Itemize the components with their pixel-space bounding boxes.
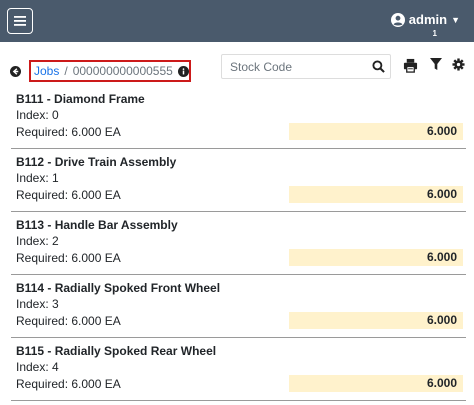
top-navbar: admin ▼ 1 — [0, 0, 474, 42]
item-index: Index: 0 — [16, 108, 59, 122]
toolbar: Jobs / 000000000000555 — [0, 50, 474, 86]
gear-icon[interactable] — [452, 58, 465, 71]
list-item[interactable]: B112 - Drive Train Assembly Index: 1 Req… — [11, 149, 466, 212]
item-quantity: 6.000 — [289, 249, 463, 266]
stock-code-search — [221, 54, 391, 79]
item-quantity: 6.000 — [289, 186, 463, 203]
breadcrumb: Jobs / 000000000000555 — [29, 60, 191, 82]
breadcrumb-jobs-link[interactable]: Jobs — [34, 64, 59, 78]
hamburger-icon — [14, 16, 26, 26]
user-menu[interactable]: admin ▼ — [390, 12, 460, 27]
item-name: B113 - Handle Bar Assembly — [16, 218, 178, 232]
filter-icon[interactable] — [430, 58, 442, 71]
list-item[interactable]: B114 - Radially Spoked Front Wheel Index… — [11, 275, 466, 338]
component-list: B111 - Diamond Frame Index: 0 Required: … — [11, 86, 466, 401]
breadcrumb-separator: / — [64, 64, 68, 78]
search-icon[interactable] — [372, 60, 385, 73]
item-name: B114 - Radially Spoked Front Wheel — [16, 281, 221, 295]
item-index: Index: 4 — [16, 360, 59, 374]
list-item[interactable]: B113 - Handle Bar Assembly Index: 2 Requ… — [11, 212, 466, 275]
username: admin — [408, 12, 448, 27]
item-index: Index: 2 — [16, 234, 59, 248]
item-quantity: 6.000 — [289, 312, 463, 329]
item-name: B115 - Radially Spoked Rear Wheel — [16, 344, 217, 358]
item-required: Required: 6.000 EA — [16, 314, 121, 328]
item-required: Required: 6.000 EA — [16, 377, 121, 391]
chevron-down-icon: ▼ — [451, 14, 460, 25]
item-quantity: 6.000 — [289, 375, 463, 392]
item-name: B112 - Drive Train Assembly — [16, 155, 177, 169]
item-name: B111 - Diamond Frame — [16, 92, 145, 106]
item-required: Required: 6.000 EA — [16, 188, 121, 202]
item-required: Required: 6.000 EA — [16, 251, 121, 265]
user-badge: 1 — [432, 29, 437, 38]
user-circle-icon — [390, 12, 405, 27]
print-icon[interactable] — [403, 58, 418, 73]
menu-button[interactable] — [7, 8, 33, 34]
item-index: Index: 1 — [16, 171, 59, 185]
stock-code-input[interactable] — [222, 55, 367, 78]
breadcrumb-job-number: 000000000000555 — [72, 64, 173, 78]
info-circle-icon[interactable] — [177, 65, 189, 77]
item-required: Required: 6.000 EA — [16, 125, 121, 139]
item-quantity: 6.000 — [289, 123, 463, 140]
list-item[interactable]: B115 - Radially Spoked Rear Wheel Index:… — [11, 338, 466, 401]
arrow-left-icon[interactable] — [10, 66, 21, 77]
item-index: Index: 3 — [16, 297, 59, 311]
list-item[interactable]: B111 - Diamond Frame Index: 0 Required: … — [11, 86, 466, 149]
